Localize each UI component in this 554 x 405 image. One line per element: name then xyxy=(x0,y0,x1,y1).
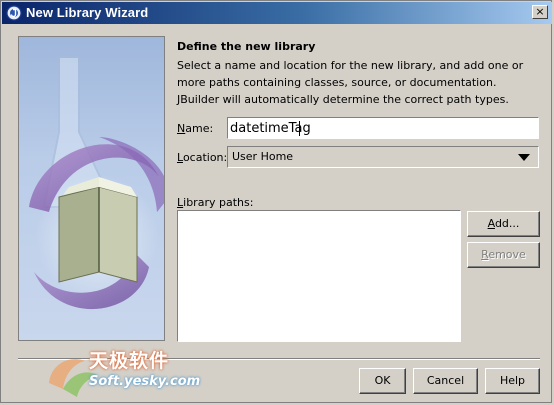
location-label: Location: xyxy=(177,151,228,164)
library-book-illustration xyxy=(29,56,164,310)
ok-button[interactable]: OK xyxy=(359,368,406,394)
library-paths-list[interactable] xyxy=(177,210,461,342)
cancel-button[interactable]: Cancel xyxy=(413,368,478,394)
page-description: Select a name and location for the new l… xyxy=(177,59,524,106)
close-icon: × xyxy=(535,5,545,18)
close-button[interactable]: × xyxy=(532,5,548,19)
wizard-window: New Library Wizard × Define the new libr… xyxy=(0,0,552,403)
title-bar[interactable]: New Library Wizard × xyxy=(2,2,552,24)
text-caret xyxy=(299,121,300,136)
remove-button[interactable]: Remove xyxy=(467,242,540,268)
dropdown-arrow-icon[interactable] xyxy=(518,154,530,161)
add-button[interactable]: Add... xyxy=(467,211,540,237)
name-label: Name: xyxy=(177,122,214,135)
location-dropdown[interactable]: User Home xyxy=(227,146,539,168)
watermark-text: 天极软件 xyxy=(89,350,170,372)
name-input[interactable] xyxy=(227,117,539,139)
help-button[interactable]: Help xyxy=(485,368,540,394)
location-selected-value: User Home xyxy=(232,150,294,163)
window-title: New Library Wizard xyxy=(26,5,149,20)
page-heading: Define the new library xyxy=(177,40,316,53)
watermark-url: Soft.yesky.com xyxy=(89,374,201,389)
wizard-side-image xyxy=(18,36,165,341)
jbuilder-app-icon xyxy=(6,5,22,21)
library-paths-label: Library paths: xyxy=(177,196,254,209)
